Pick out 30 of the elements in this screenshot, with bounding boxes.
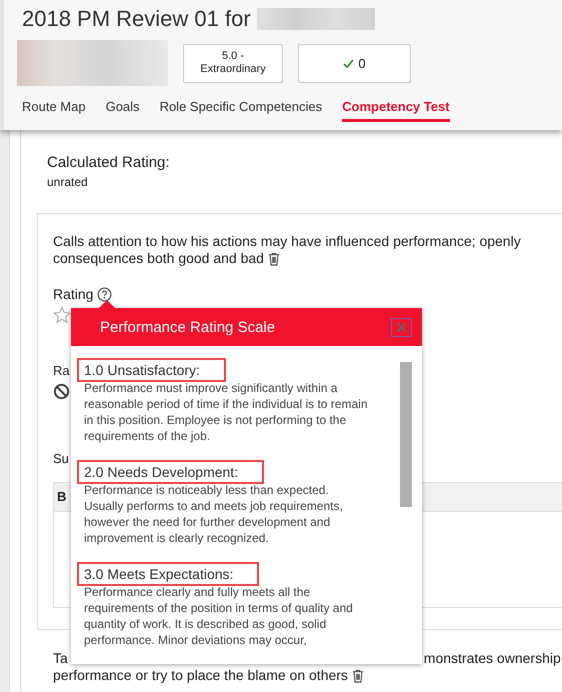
- rating-level-description: Performance clearly and fully meets all the requirements of the position in terms of quality and quantity of work. It is described as good, solid performance. Minor deviations may occur,: [83, 584, 354, 648]
- page-title: 2018 PM Review 01 for: [22, 6, 251, 32]
- competency-description: Calls attention to how his actions may have influenced performance; openly: [53, 233, 521, 250]
- trash-icon[interactable]: [268, 252, 280, 266]
- scrollbar-thumb[interactable]: [400, 362, 412, 507]
- popover-title: Performance Rating Scale: [100, 318, 276, 336]
- rating-level-description: Performance must improve significantly within a reasonable period of time if the individual is to remain in this position. Employee is not performing to the requirements of the job.: [83, 380, 368, 444]
- tab[interactable]: Route Map: [22, 99, 86, 122]
- calculated-rating-value: unrated: [47, 175, 89, 189]
- competency-description: monstrates ownership: [424, 650, 561, 667]
- competency-description: performance or try to place the blame on others: [53, 667, 348, 684]
- rating-label: Rating: [53, 286, 94, 302]
- section-label: Su: [53, 451, 69, 466]
- tab[interactable]: Competency Test: [342, 99, 450, 122]
- check-icon: [343, 58, 354, 68]
- competency-description: consequences both good and bad: [53, 250, 264, 267]
- overall-rating: 5.0 - Extraordinary: [183, 44, 283, 82]
- star-icon[interactable]: [53, 306, 71, 324]
- tab[interactable]: Goals: [106, 99, 140, 122]
- rating-level-label: 1.0 Unsatisfactory:: [77, 358, 226, 382]
- check-count: 0: [298, 44, 411, 82]
- rating-level-label: 3.0 Meets Expectations:: [77, 562, 260, 586]
- rating-level-label: 2.0 Needs Development:: [77, 460, 264, 484]
- tab[interactable]: Role Specific Competencies: [160, 99, 322, 122]
- trash-icon[interactable]: [352, 668, 364, 682]
- help-icon[interactable]: [97, 286, 112, 302]
- no-entry-icon[interactable]: [53, 383, 70, 400]
- competency-description: Ta: [53, 650, 68, 667]
- calculated-rating-label: Calculated Rating:: [47, 154, 171, 171]
- rating-label: Ra: [53, 363, 70, 378]
